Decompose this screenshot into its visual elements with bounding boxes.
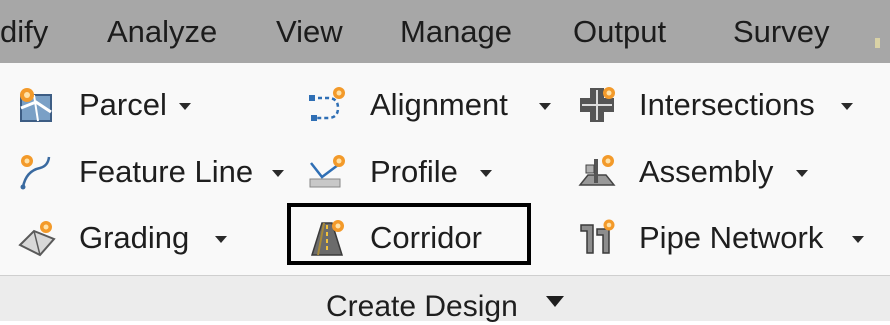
profile-label: Profile bbox=[370, 154, 458, 189]
grading-label: Grading bbox=[79, 220, 190, 255]
pipe-network-icon bbox=[580, 219, 615, 254]
profile-icon bbox=[309, 155, 345, 188]
parcel-dropdown-arrow[interactable] bbox=[179, 103, 191, 110]
alignment-label: Alignment bbox=[370, 87, 508, 122]
parcel-button[interactable]: Parcel bbox=[18, 82, 208, 128]
assembly-dropdown-arrow[interactable] bbox=[796, 170, 808, 177]
tab-overflow-grip bbox=[875, 38, 880, 48]
corridor-highlight-box bbox=[287, 203, 531, 265]
feature-line-label: Feature Line bbox=[79, 154, 254, 189]
tab-analyze[interactable]: Analyze bbox=[107, 12, 217, 52]
ribbon-tab-bar: dify Analyze View Manage Output Survey bbox=[0, 0, 890, 63]
grading-dropdown-arrow[interactable] bbox=[215, 236, 227, 243]
profile-button[interactable]: Profile bbox=[308, 149, 498, 195]
assembly-icon bbox=[578, 155, 616, 186]
pipe-network-dropdown-arrow[interactable] bbox=[852, 236, 864, 243]
assembly-button[interactable]: Assembly bbox=[578, 149, 818, 195]
pipe-network-label: Pipe Network bbox=[639, 220, 824, 255]
profile-dropdown-arrow[interactable] bbox=[480, 170, 492, 177]
feature-line-button[interactable]: Feature Line bbox=[18, 149, 288, 195]
pipe-network-button[interactable]: Pipe Network bbox=[578, 215, 868, 261]
parcel-icon bbox=[20, 88, 52, 122]
tab-output[interactable]: Output bbox=[573, 12, 666, 52]
tab-manage[interactable]: Manage bbox=[400, 12, 512, 52]
assembly-label: Assembly bbox=[639, 154, 774, 189]
intersections-icon bbox=[580, 87, 615, 122]
tab-survey[interactable]: Survey bbox=[733, 12, 829, 52]
panel-title[interactable]: Create Design bbox=[326, 289, 518, 325]
intersections-dropdown-arrow[interactable] bbox=[841, 103, 853, 110]
grading-button[interactable]: Grading bbox=[18, 215, 238, 261]
grading-icon bbox=[18, 221, 56, 257]
feature-line-dropdown-arrow[interactable] bbox=[272, 170, 284, 177]
alignment-dropdown-arrow[interactable] bbox=[539, 103, 551, 110]
intersections-button[interactable]: Intersections bbox=[578, 82, 858, 128]
feature-line-icon bbox=[20, 155, 51, 190]
intersections-label: Intersections bbox=[639, 87, 815, 122]
parcel-label: Parcel bbox=[79, 87, 167, 122]
tab-view[interactable]: View bbox=[276, 12, 343, 52]
alignment-button[interactable]: Alignment bbox=[308, 82, 558, 128]
alignment-icon bbox=[309, 87, 345, 121]
panel-expand-arrow[interactable] bbox=[546, 296, 564, 307]
tab-modify[interactable]: dify bbox=[0, 12, 48, 52]
